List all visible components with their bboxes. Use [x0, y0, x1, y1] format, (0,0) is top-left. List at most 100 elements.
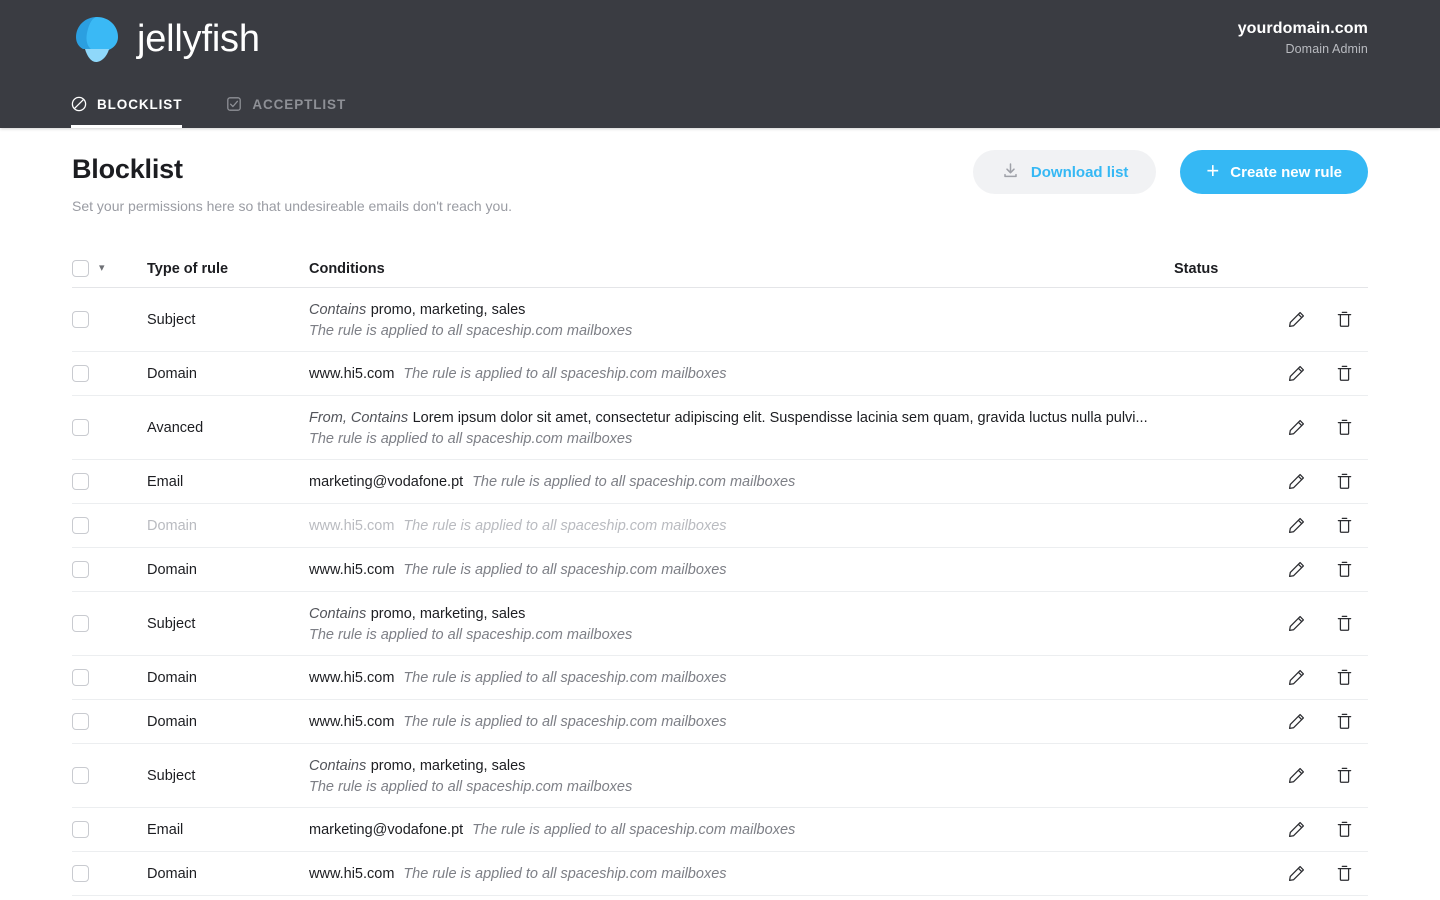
table-row[interactable]: AvancedFrom, Contains Lorem ipsum dolor … — [72, 396, 1368, 460]
pencil-icon[interactable] — [1287, 364, 1306, 383]
select-all-checkbox[interactable] — [72, 260, 89, 277]
page-body: Blocklist Set your permissions here so t… — [0, 128, 1440, 900]
row-delete-cell — [1320, 712, 1368, 731]
pencil-icon[interactable] — [1287, 712, 1306, 731]
table-row[interactable]: Domainwww.hi5.com The rule is applied to… — [72, 504, 1368, 548]
trash-icon[interactable] — [1335, 614, 1354, 633]
row-delete-cell — [1320, 614, 1368, 633]
row-type-cell: Avanced — [147, 419, 309, 437]
row-conditions-cell: www.hi5.com The rule is applied to all s… — [309, 365, 1174, 383]
table-row[interactable]: SubjectContains promo, marketing, salesT… — [72, 288, 1368, 352]
tab-acceptlist[interactable]: ACCEPTLIST — [226, 96, 346, 128]
trash-icon[interactable] — [1335, 712, 1354, 731]
row-checkbox[interactable] — [72, 669, 89, 686]
trash-icon[interactable] — [1335, 560, 1354, 579]
row-checkbox[interactable] — [72, 561, 89, 578]
row-checkbox[interactable] — [72, 419, 89, 436]
row-condition-primary: www.hi5.com The rule is applied to all s… — [309, 561, 1154, 579]
pencil-icon[interactable] — [1287, 864, 1306, 883]
brand-logo[interactable]: jellyfish — [71, 13, 260, 65]
row-checkbox[interactable] — [72, 615, 89, 632]
table-row[interactable]: Domain www.hi5.com The rule is applied to… — [72, 700, 1368, 744]
trash-icon[interactable] — [1335, 516, 1354, 535]
row-checkbox[interactable] — [72, 473, 89, 490]
row-type-label: Domain — [147, 518, 197, 534]
row-checkbox[interactable] — [72, 311, 89, 328]
pencil-icon[interactable] — [1287, 820, 1306, 839]
row-checkbox[interactable] — [72, 767, 89, 784]
row-conditions-cell: marketing@vodafone.pt The rule is applie… — [309, 473, 1174, 491]
row-condition-primary: marketing@vodafone.pt The rule is applie… — [309, 473, 1154, 491]
trash-icon[interactable] — [1335, 766, 1354, 785]
trash-icon[interactable] — [1335, 364, 1354, 383]
row-select-cell — [72, 561, 147, 578]
table-header-row: ▾ Type of rule Conditions Status — [72, 250, 1368, 288]
trash-icon[interactable] — [1335, 418, 1354, 437]
row-type-label: Subject — [147, 312, 195, 328]
row-checkbox[interactable] — [72, 517, 89, 534]
table-row[interactable]: Email marketing@vodafone.pt The rule is a… — [72, 808, 1368, 852]
page-subtitle: Set your permissions here so that undesi… — [72, 198, 1368, 214]
row-checkbox[interactable] — [72, 713, 89, 730]
row-condition-primary: marketing@vodafone.pt The rule is applie… — [309, 821, 1154, 839]
row-delete-cell — [1320, 560, 1368, 579]
tab-blocklist[interactable]: BLOCKLIST — [71, 96, 182, 128]
ban-icon — [71, 96, 87, 112]
row-condition-note: The rule is applied to all spaceship.com… — [472, 474, 795, 490]
pencil-icon[interactable] — [1287, 310, 1306, 329]
trash-icon[interactable] — [1335, 472, 1354, 491]
row-edit-cell — [1272, 418, 1320, 437]
table-row[interactable]: Domainwww.hi5.com The rule is applied to… — [72, 852, 1368, 896]
trash-icon[interactable] — [1335, 820, 1354, 839]
row-type-label: Domain — [147, 714, 197, 730]
trash-icon[interactable] — [1335, 668, 1354, 687]
download-list-label: Download list — [1031, 164, 1129, 181]
create-new-rule-button[interactable]: + Create new rule — [1180, 150, 1368, 194]
chevron-down-icon[interactable]: ▾ — [99, 263, 105, 274]
toggle-knob — [1198, 376, 1216, 394]
table-row[interactable]: SubjectContains promo, marketing, salesT… — [72, 744, 1368, 808]
row-condition-primary: www.hi5.com The rule is applied to all s… — [309, 365, 1154, 383]
row-checkbox[interactable] — [72, 821, 89, 838]
trash-icon[interactable] — [1335, 864, 1354, 883]
pencil-icon[interactable] — [1287, 668, 1306, 687]
toggle-knob — [1198, 322, 1216, 340]
row-checkbox[interactable] — [72, 865, 89, 882]
trash-icon[interactable] — [1335, 310, 1354, 329]
toggle-knob — [1198, 778, 1216, 796]
row-conditions-cell: www.hi5.com The rule is applied to all s… — [309, 669, 1174, 687]
table-row[interactable]: Domainwww.hi5.com The rule is applied to… — [72, 548, 1368, 592]
row-checkbox[interactable] — [72, 365, 89, 382]
row-edit-cell — [1272, 712, 1320, 731]
row-condition-note: The rule is applied to all spaceship.com… — [403, 714, 726, 730]
pencil-icon[interactable] — [1287, 766, 1306, 785]
row-condition-value: www.hi5.com — [309, 866, 394, 882]
pencil-icon[interactable] — [1287, 614, 1306, 633]
toggle-knob — [1198, 724, 1216, 742]
pencil-icon[interactable] — [1287, 418, 1306, 437]
row-type-label: Email — [147, 822, 183, 838]
row-condition-value: promo, marketing, sales — [371, 758, 526, 774]
row-type-label: Domain — [147, 670, 197, 686]
row-condition-primary: www.hi5.com The rule is applied to all s… — [309, 713, 1154, 731]
row-delete-cell — [1320, 364, 1368, 383]
row-type-cell: Subject — [147, 615, 309, 633]
table-row[interactable]: Domainwww.hi5.com The rule is applied to… — [72, 352, 1368, 396]
row-select-cell — [72, 865, 147, 882]
row-edit-cell — [1272, 516, 1320, 535]
table-row[interactable] — [72, 896, 1368, 900]
pencil-icon[interactable] — [1287, 516, 1306, 535]
row-select-cell — [72, 311, 147, 328]
table-row[interactable]: SubjectContains promo, marketing, salesT… — [72, 592, 1368, 656]
pencil-icon[interactable] — [1287, 560, 1306, 579]
table-row[interactable]: Emailmarketing@vodafone.pt The rule is a… — [72, 460, 1368, 504]
toggle-knob — [1198, 484, 1216, 502]
pencil-icon[interactable] — [1287, 472, 1306, 491]
row-condition-note: The rule is applied to all spaceship.com… — [403, 670, 726, 686]
plus-icon: + — [1206, 160, 1219, 182]
row-type-cell: Email — [147, 473, 309, 491]
download-list-button[interactable]: Download list — [973, 150, 1157, 194]
rules-table: ▾ Type of rule Conditions Status Subject… — [72, 250, 1368, 900]
table-row[interactable]: Domain www.hi5.com The rule is applied to… — [72, 656, 1368, 700]
row-edit-cell — [1272, 364, 1320, 383]
